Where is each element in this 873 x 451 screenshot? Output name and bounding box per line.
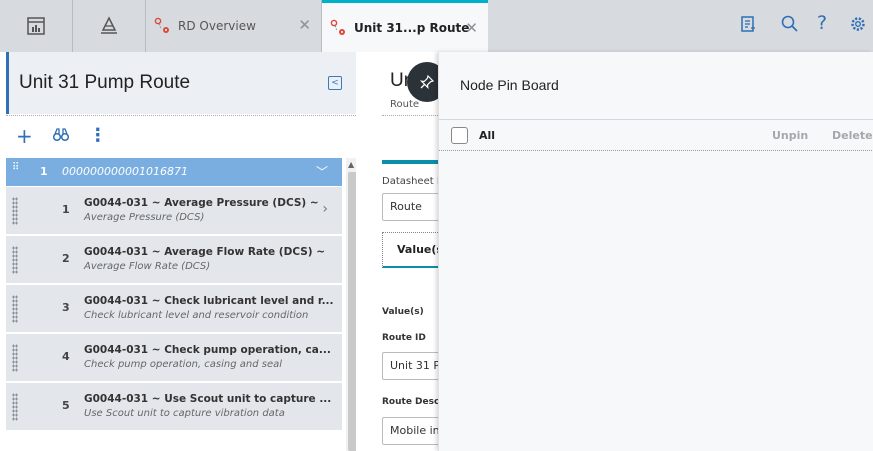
- binoculars-icon[interactable]: [52, 127, 69, 146]
- route-description-label: Route Descrip: [382, 397, 440, 407]
- scroll-up-icon[interactable]: ▲: [348, 160, 354, 169]
- chevron-down-icon[interactable]: ﹀: [316, 163, 328, 180]
- drag-handle-icon[interactable]: [12, 295, 18, 323]
- route-description-field[interactable]: Mobile ins: [382, 417, 440, 445]
- dashboard-icon: [27, 17, 45, 35]
- panel-header: Unit 31 Pump Route <: [6, 52, 356, 114]
- drag-handle-icon[interactable]: ⠿: [12, 163, 20, 173]
- delete-button[interactable]: Delete: [832, 129, 873, 142]
- item-subtitle: Check pump operation, casing and seal: [84, 359, 283, 370]
- item-title: G0044-031 ~ Average Flow Rate (DCS) ~: [84, 246, 326, 258]
- list-item[interactable]: 1 G0044-031 ~ Average Pressure (DCS) ~ A…: [6, 187, 342, 235]
- route-tree-panel: Unit 31 Pump Route < + ⋮ ⠿ 1 00000000000…: [0, 52, 358, 451]
- route-details-pane: Uni Route Datasheet I Route Value(s Valu…: [360, 52, 440, 451]
- pin-board-title: Node Pin Board: [460, 77, 559, 93]
- panel-title: Unit 31 Pump Route: [19, 72, 191, 93]
- pin-board-actions-row: All Unpin Delete: [439, 119, 873, 151]
- tab-unit-31-route[interactable]: Unit 31...p Route ✕: [322, 0, 488, 52]
- item-subtitle: Check lubricant level and reservoir cond…: [84, 310, 309, 321]
- item-subtitle: Use Scout unit to capture vibration data: [84, 408, 285, 419]
- pin-icon: [419, 74, 435, 90]
- divider: [6, 115, 356, 116]
- tab-rd-overview[interactable]: RD Overview ✕: [146, 0, 322, 52]
- list-item[interactable]: 4 G0044-031 ~ Check pump operation, ca..…: [6, 334, 342, 382]
- list-item[interactable]: 5 G0044-031 ~ Use Scout unit to capture …: [6, 383, 342, 431]
- datasheet-select[interactable]: Route: [382, 193, 440, 221]
- list-item[interactable]: 2 G0044-031 ~ Average Flow Rate (DCS) ~ …: [6, 236, 342, 284]
- item-title: G0044-031 ~ Check pump operation, ca...: [84, 344, 331, 356]
- list-item[interactable]: 3 G0044-031 ~ Check lubricant level and …: [6, 285, 342, 333]
- clipboard-icon[interactable]: [738, 14, 758, 34]
- search-icon[interactable]: [780, 14, 800, 34]
- item-title: G0044-031 ~ Check lubricant level and r.…: [84, 295, 334, 307]
- item-number: 2: [62, 252, 70, 265]
- more-options-icon[interactable]: ⋮: [89, 127, 107, 145]
- scroll-thumb[interactable]: [348, 172, 356, 451]
- drag-handle-icon[interactable]: [12, 393, 18, 421]
- unpin-button[interactable]: Unpin: [772, 129, 808, 142]
- add-icon[interactable]: +: [16, 124, 33, 148]
- select-all-checkbox[interactable]: [451, 127, 468, 144]
- node-pin-board: Node Pin Board All Unpin Delete: [438, 52, 873, 451]
- settings-icon[interactable]: [848, 14, 868, 34]
- item-number: 3: [62, 301, 70, 314]
- tree-root-row[interactable]: ⠿ 1 000000000001016871 ﹀: [6, 158, 342, 186]
- page-subtitle: Route: [390, 99, 420, 110]
- tab-label: RD Overview: [178, 19, 256, 33]
- route-tree: ⠿ 1 000000000001016871 ﹀ 1 G0044-031 ~ A…: [6, 158, 356, 451]
- dashboard-tab[interactable]: [0, 0, 73, 52]
- drag-handle-icon[interactable]: [12, 246, 18, 274]
- section-accent-bar: [382, 160, 440, 164]
- item-title: G0044-031 ~ Average Pressure (DCS) ~: [84, 197, 319, 209]
- item-number: 4: [62, 350, 70, 363]
- route-id-field[interactable]: Unit 31 Pu: [382, 352, 440, 380]
- help-icon[interactable]: ?: [817, 12, 827, 34]
- root-number: 1: [40, 165, 48, 178]
- datasheet-label: Datasheet I: [382, 176, 440, 187]
- route-id-label: Route ID: [382, 333, 426, 343]
- tab-values[interactable]: Value(s: [382, 232, 440, 268]
- drag-handle-icon[interactable]: [12, 344, 18, 372]
- divider: [382, 115, 440, 116]
- route-icon: [330, 19, 345, 35]
- item-subtitle: Average Flow Rate (DCS): [84, 261, 211, 272]
- close-icon[interactable]: ✕: [298, 16, 311, 34]
- item-number: 1: [62, 203, 70, 216]
- chevron-right-icon[interactable]: ›: [322, 201, 328, 217]
- close-icon[interactable]: ✕: [465, 19, 478, 37]
- asset-hierarchy-tab[interactable]: [73, 0, 146, 52]
- route-icon: [154, 17, 169, 33]
- tree-toolbar: + ⋮: [16, 124, 107, 148]
- drag-handle-icon[interactable]: [12, 197, 18, 225]
- collapse-panel-icon[interactable]: <: [328, 76, 342, 90]
- asset-hierarchy-icon: [101, 16, 117, 34]
- select-all-label: All: [479, 129, 496, 142]
- item-number: 5: [62, 399, 70, 412]
- top-tab-bar: RD Overview ✕ Unit 31...p Route ✕ ?: [0, 0, 873, 52]
- section-label: Value(s): [382, 307, 424, 317]
- item-title: G0044-031 ~ Use Scout unit to capture ..…: [84, 393, 332, 405]
- item-subtitle: Average Pressure (DCS): [84, 212, 205, 223]
- tree-scrollbar[interactable]: ▲: [346, 158, 356, 451]
- root-id: 000000000001016871: [62, 165, 188, 178]
- tab-label: Unit 31...p Route: [354, 20, 470, 35]
